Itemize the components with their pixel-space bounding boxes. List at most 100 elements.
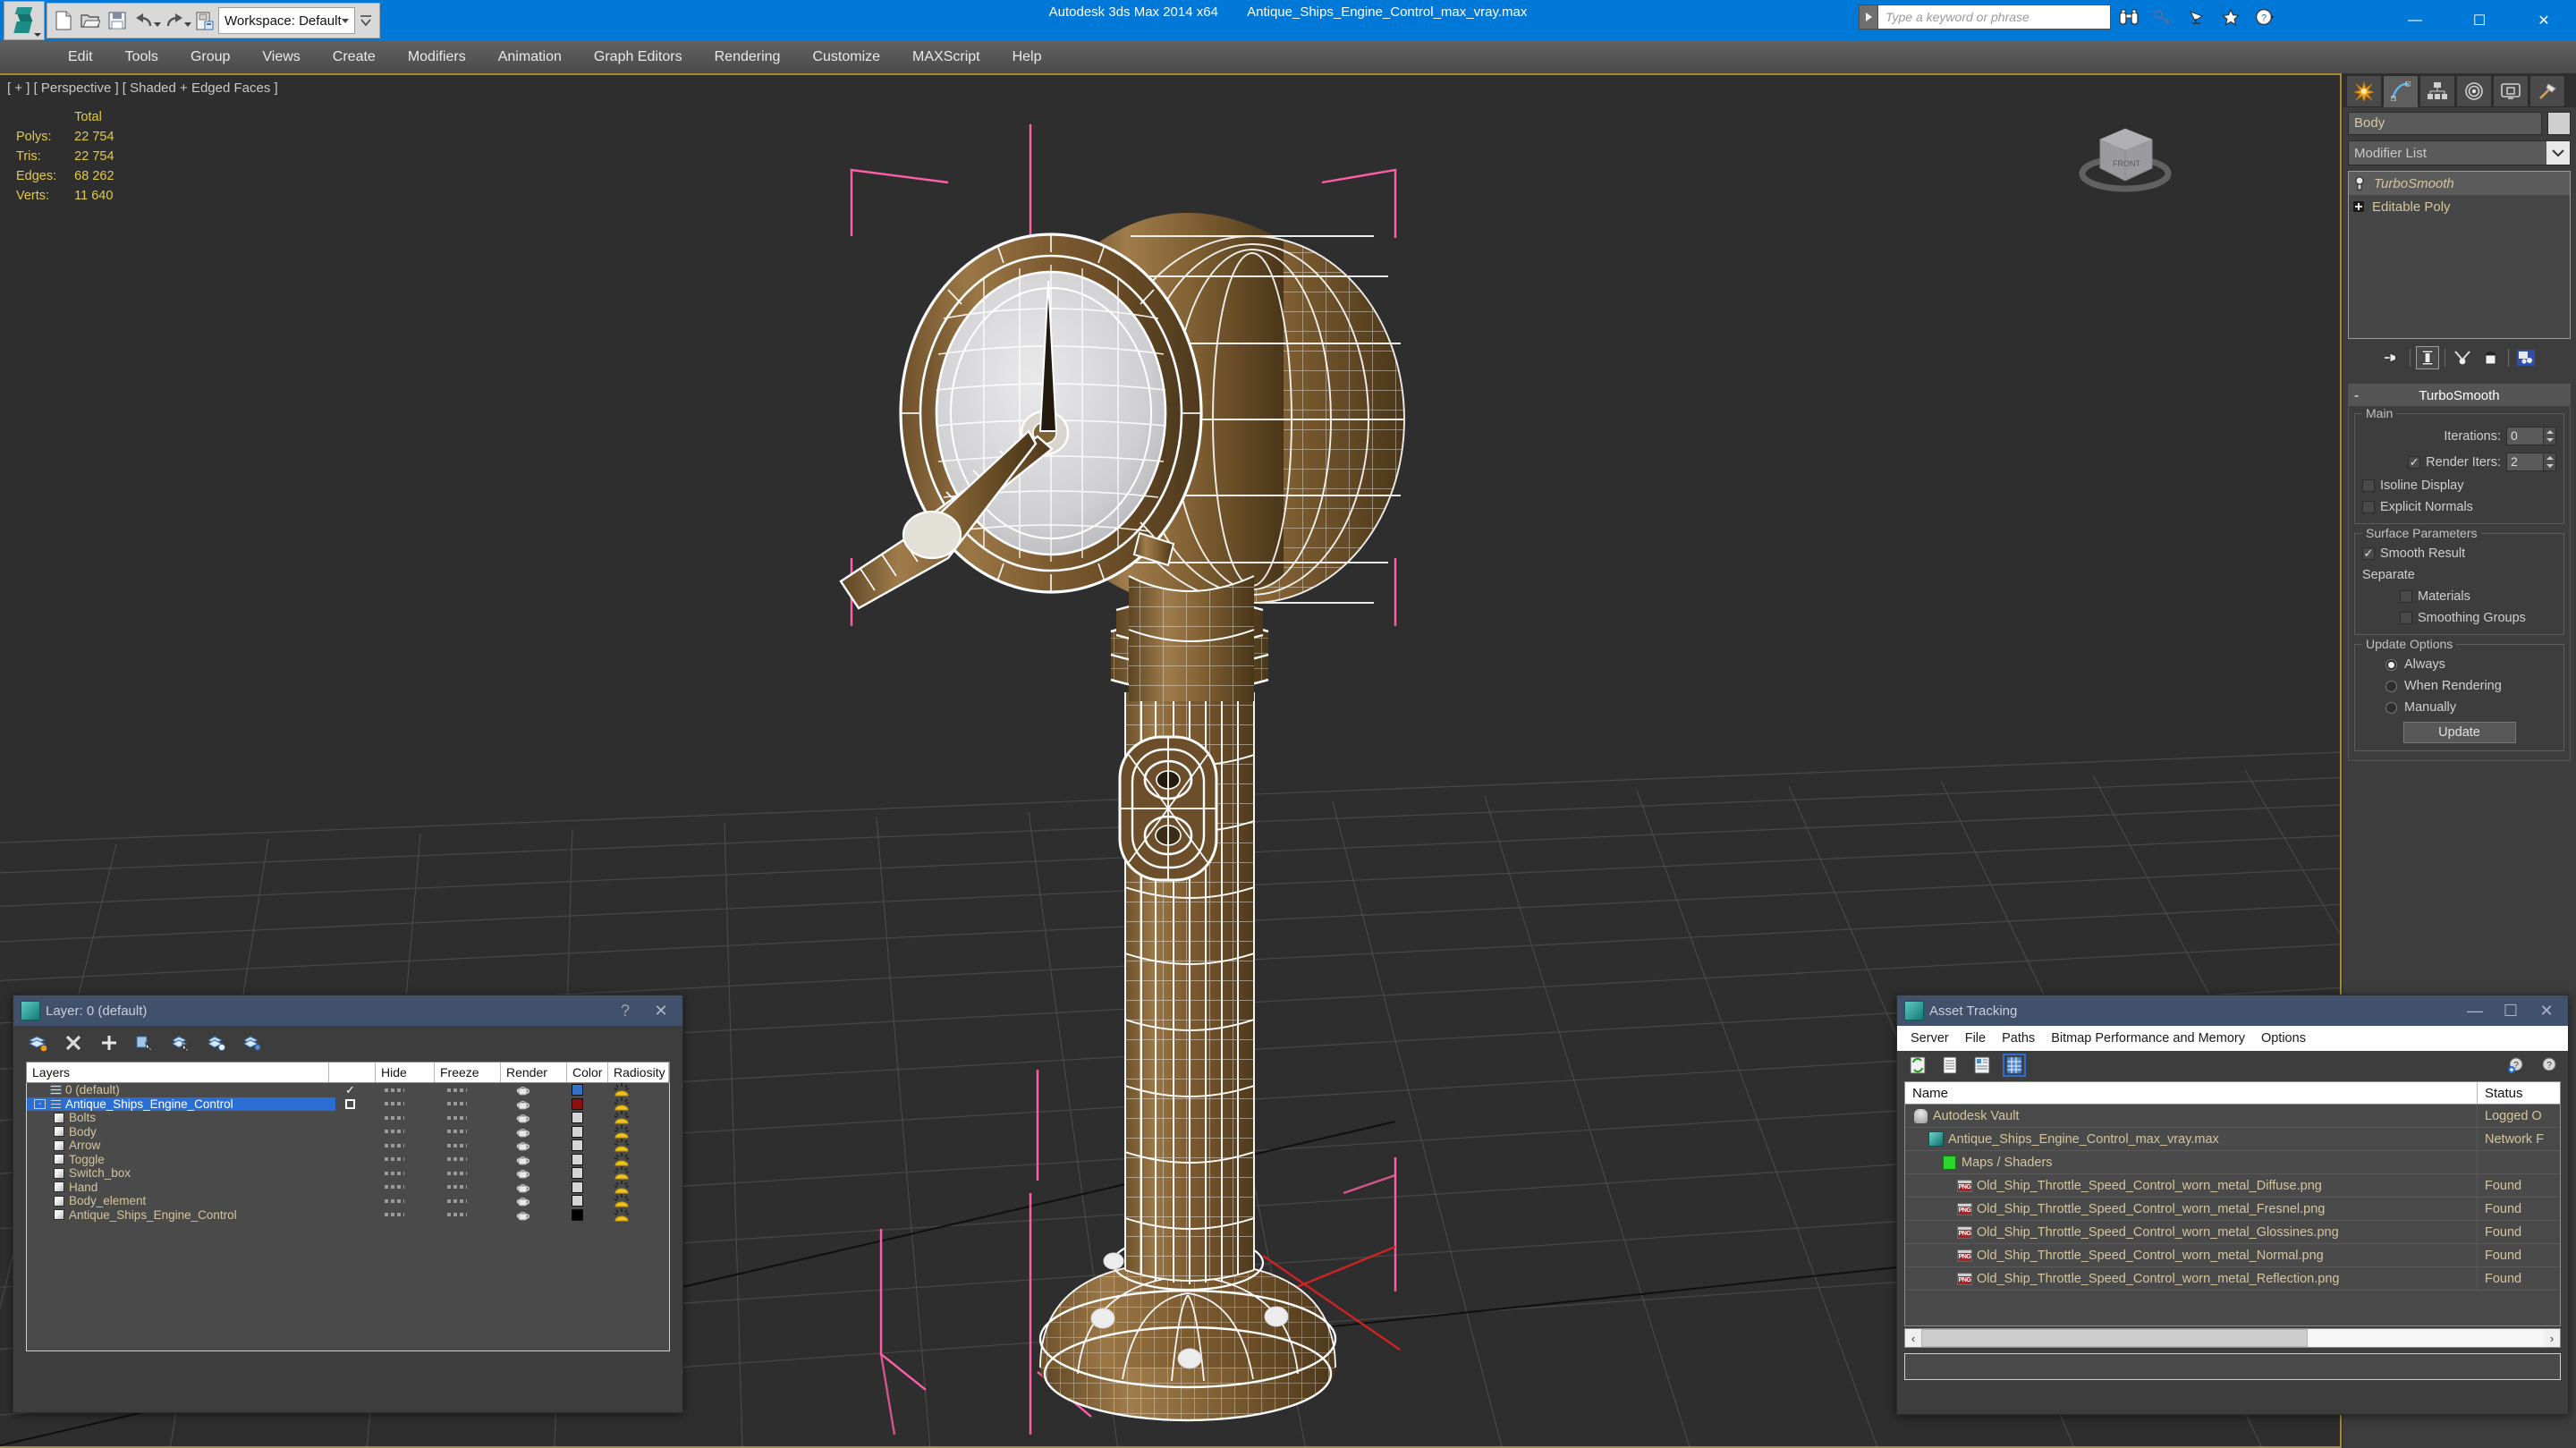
layer-color-cell[interactable]: [556, 1181, 597, 1193]
pin-stack-button[interactable]: [2381, 346, 2404, 369]
open-file-icon[interactable]: [77, 6, 104, 35]
layer-color-cell[interactable]: [556, 1125, 597, 1138]
render-teapot-icon[interactable]: [516, 1154, 531, 1165]
menu-item-animation[interactable]: Animation: [482, 41, 578, 73]
layer-freeze-cell[interactable]: [424, 1102, 490, 1106]
spinner-arrows-icon[interactable]: [2544, 453, 2556, 471]
layer-hide-cell[interactable]: [365, 1143, 424, 1147]
render-iters-value[interactable]: 2: [2506, 453, 2544, 471]
utilities-tab[interactable]: [2529, 75, 2565, 107]
layer-freeze-cell[interactable]: [424, 1185, 490, 1190]
manually-radio[interactable]: [2385, 701, 2397, 714]
render-teapot-icon[interactable]: [516, 1098, 531, 1110]
asset-row[interactable]: Maps / Shaders: [1905, 1150, 2560, 1174]
radiosity-icon[interactable]: [614, 1166, 630, 1180]
layer-name-cell[interactable]: Body_element: [27, 1194, 335, 1207]
asset-name-cell[interactable]: Autodesk Vault: [1905, 1104, 2478, 1128]
layer-hide-cell[interactable]: [365, 1171, 424, 1175]
smooth-result-checkbox[interactable]: [2362, 547, 2375, 560]
asset-row[interactable]: PNG Old_Ship_Throttle_Speed_Control_worn_…: [1905, 1173, 2560, 1198]
redo-dropdown-icon[interactable]: [184, 21, 191, 27]
menu-item-views[interactable]: Views: [246, 41, 316, 73]
scroll-track[interactable]: [1921, 1329, 2544, 1347]
layer-dialog-titlebar[interactable]: Layer: 0 (default) ? ✕: [13, 995, 682, 1026]
smooth-result-row[interactable]: Smooth Result: [2362, 546, 2556, 561]
render-teapot-icon[interactable]: [516, 1181, 531, 1193]
layer-name-cell[interactable]: Toggle: [27, 1153, 335, 1166]
radiosity-icon[interactable]: [614, 1180, 630, 1194]
column-color[interactable]: Color: [567, 1063, 608, 1082]
expander-icon[interactable]: -: [34, 1098, 46, 1109]
render-teapot-icon[interactable]: [516, 1167, 531, 1179]
asset-name-cell[interactable]: PNG Old_Ship_Throttle_Speed_Control_worn_…: [1905, 1197, 2478, 1221]
layer-hide-cell[interactable]: [365, 1102, 424, 1106]
menu-item-modifiers[interactable]: Modifiers: [392, 41, 482, 73]
render-iters-spinner[interactable]: 2: [2506, 453, 2556, 471]
add-help-icon[interactable]: ?: [2507, 1055, 2527, 1075]
layer-freeze-cell[interactable]: [424, 1143, 490, 1147]
minimize-button[interactable]: —: [2383, 0, 2447, 41]
satellite-dish-icon[interactable]: [2181, 4, 2213, 30]
delete-layer-icon[interactable]: [64, 1033, 83, 1053]
layer-render-cell[interactable]: [490, 1098, 556, 1110]
layer-name-cell[interactable]: Switch_box: [27, 1166, 335, 1180]
layer-freeze-cell[interactable]: [424, 1171, 490, 1175]
layer-render-cell[interactable]: [490, 1195, 556, 1207]
layer-row[interactable]: Antique_Ships_Engine_Control: [27, 1207, 669, 1223]
help-icon[interactable]: ?: [2539, 1055, 2559, 1075]
layer-radiosity-cell[interactable]: [597, 1152, 646, 1166]
menu-item-maxscript[interactable]: MAXScript: [896, 41, 996, 73]
column-freeze[interactable]: Freeze: [435, 1063, 501, 1082]
project-folder-icon[interactable]: [191, 6, 218, 35]
layer-name-cell[interactable]: Hand: [27, 1181, 335, 1194]
radiosity-icon[interactable]: [614, 1207, 630, 1222]
column-render[interactable]: Render: [501, 1063, 567, 1082]
asset-row[interactable]: PNG Old_Ship_Throttle_Speed_Control_worn_…: [1905, 1243, 2560, 1267]
asset-row[interactable]: PNG Old_Ship_Throttle_Speed_Control_worn_…: [1905, 1220, 2560, 1244]
layer-name-cell[interactable]: - Antique_Ships_Engine_Control: [27, 1097, 335, 1111]
menu-item-file[interactable]: File: [1957, 1031, 1994, 1046]
layer-freeze-cell[interactable]: [424, 1157, 490, 1162]
materials-row[interactable]: Materials: [2362, 589, 2556, 604]
layer-color-cell[interactable]: [556, 1167, 597, 1180]
menu-item-paths[interactable]: Paths: [1994, 1031, 2043, 1046]
layer-color-swatch[interactable]: [571, 1139, 583, 1152]
asset-row[interactable]: PNG Old_Ship_Throttle_Speed_Control_worn_…: [1905, 1197, 2560, 1221]
menu-item-bitmap-performance-and-memory[interactable]: Bitmap Performance and Memory: [2043, 1031, 2253, 1046]
layer-dialog-help-button[interactable]: ?: [607, 996, 643, 1025]
undo-icon[interactable]: [131, 6, 157, 35]
maximize-button[interactable]: ☐: [2447, 0, 2512, 41]
layer-radiosity-cell[interactable]: [597, 1124, 646, 1139]
workspace-selector[interactable]: Workspace: Default: [218, 7, 355, 34]
detail-view-icon[interactable]: [1972, 1055, 1992, 1075]
when-rendering-radio[interactable]: [2385, 680, 2397, 692]
render-teapot-icon[interactable]: [516, 1126, 531, 1138]
layer-radiosity-cell[interactable]: [597, 1207, 646, 1222]
layer-render-cell[interactable]: [490, 1084, 556, 1096]
layer-dialog[interactable]: Layer: 0 (default) ? ✕ Layers Hide Freez…: [13, 995, 683, 1413]
layer-color-swatch[interactable]: [571, 1181, 583, 1193]
highlight-selected-objects-icon[interactable]: [207, 1033, 226, 1053]
smoothing-groups-row[interactable]: Smoothing Groups: [2362, 611, 2556, 625]
layer-color-swatch[interactable]: [571, 1167, 583, 1180]
radiosity-icon[interactable]: [614, 1194, 630, 1207]
render-teapot-icon[interactable]: [516, 1112, 531, 1123]
radiosity-icon[interactable]: [614, 1097, 630, 1111]
remove-modifier-button[interactable]: [2479, 346, 2503, 369]
asset-tracking-maximize-button[interactable]: ☐: [2493, 996, 2529, 1025]
layer-properties-icon[interactable]: [242, 1033, 262, 1053]
layer-radiosity-cell[interactable]: [597, 1139, 646, 1152]
rollout-collapse-icon[interactable]: -: [2354, 388, 2359, 403]
create-tab[interactable]: [2346, 75, 2382, 107]
radiosity-icon[interactable]: [614, 1111, 630, 1124]
layer-color-swatch[interactable]: [571, 1097, 583, 1110]
layer-name-cell[interactable]: Antique_Ships_Engine_Control: [27, 1208, 335, 1222]
layer-color-cell[interactable]: [556, 1112, 597, 1124]
asset-row[interactable]: Autodesk Vault Logged O: [1905, 1104, 2560, 1128]
modifier-stack-item-turbosmooth[interactable]: TurboSmooth: [2349, 172, 2570, 195]
column-status[interactable]: Status: [2478, 1082, 2560, 1104]
layer-color-swatch[interactable]: [571, 1084, 583, 1097]
asset-list[interactable]: Autodesk Vault Logged O Antique_Ships_En…: [1904, 1104, 2561, 1326]
layer-freeze-cell[interactable]: [424, 1198, 490, 1203]
layer-color-swatch[interactable]: [571, 1195, 583, 1207]
